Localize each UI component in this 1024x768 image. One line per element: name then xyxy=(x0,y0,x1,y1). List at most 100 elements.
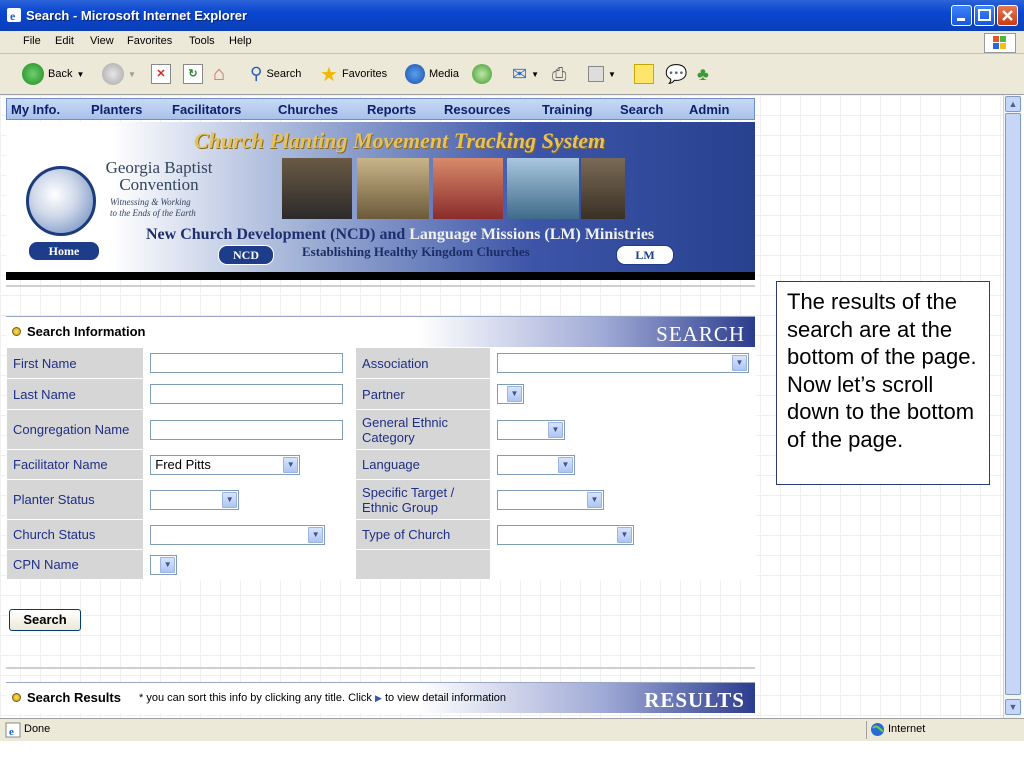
search-label: Search xyxy=(266,68,302,80)
status-separator xyxy=(866,721,867,739)
messenger-icon: ♣ xyxy=(697,63,709,84)
globe-logo-icon xyxy=(26,166,96,236)
association-cell: ▼ xyxy=(489,347,757,379)
last-name-input[interactable] xyxy=(150,384,344,404)
search-button[interactable]: ⚲ Search xyxy=(250,60,301,88)
nav-admin[interactable]: Admin xyxy=(689,102,729,117)
page-done-icon: e xyxy=(5,722,21,738)
maximize-icon xyxy=(978,9,991,21)
nav-facilitators[interactable]: Facilitators xyxy=(172,102,241,117)
forward-arrow-icon xyxy=(102,63,124,85)
specific-target-cell: ▼ xyxy=(489,479,757,520)
sticky-note-icon xyxy=(634,64,654,84)
type-of-church-cell: ▼ xyxy=(489,519,757,550)
nav-training[interactable]: Training xyxy=(542,102,593,117)
magnifier-icon: ⚲ xyxy=(250,64,263,83)
window-title-bar: e Search - Microsoft Internet Explorer xyxy=(0,0,1024,32)
favorites-button[interactable]: ★ Favorites xyxy=(320,60,387,88)
close-button[interactable] xyxy=(997,5,1018,26)
association-select[interactable]: ▼ xyxy=(496,353,749,373)
congregation-name-input[interactable] xyxy=(150,419,344,440)
search-graphic-text: SEARCH xyxy=(656,322,745,346)
general-ethnic-category-select[interactable]: ▼ xyxy=(496,419,565,440)
chevron-down-icon: ▼ xyxy=(160,556,176,573)
church-status-label: Church Status xyxy=(5,519,145,550)
results-note-part-2: to view detail information xyxy=(384,692,507,704)
menu-bar: File Edit View Favorites Tools Help xyxy=(0,31,1024,54)
first-name-cell xyxy=(143,347,357,379)
windows-logo-icon xyxy=(984,33,1016,53)
search-submit-button[interactable]: Search xyxy=(9,609,81,631)
association-label: Association xyxy=(355,347,491,379)
speech-bubble-icon: 💬 xyxy=(665,63,688,84)
messenger-button[interactable]: ♣ xyxy=(697,60,709,88)
nav-search[interactable]: Search xyxy=(620,102,663,117)
scroll-up-button[interactable]: ▲ xyxy=(1005,96,1021,112)
scroll-thumb[interactable] xyxy=(1005,113,1021,695)
vertical-scrollbar[interactable]: ▲ ▼ xyxy=(1003,95,1022,718)
nav-reports[interactable]: Reports xyxy=(367,102,416,117)
church-status-select[interactable]: ▼ xyxy=(150,524,326,545)
tagline-1: Witnessing & Working xyxy=(110,197,191,207)
home-icon: ⌂ xyxy=(213,62,226,85)
empty-field-cell xyxy=(489,549,757,580)
home-link[interactable]: Home xyxy=(28,241,100,261)
partner-select[interactable]: ▼ xyxy=(496,384,524,404)
refresh-button[interactable]: ↻ xyxy=(183,60,203,88)
media-button[interactable]: Media xyxy=(405,60,459,88)
menu-favorites[interactable]: Favorites xyxy=(127,35,172,47)
discuss-button[interactable]: 💬 xyxy=(665,60,687,88)
nav-churches[interactable]: Churches xyxy=(278,102,338,117)
favorites-label: Favorites xyxy=(341,68,388,80)
menu-edit[interactable]: Edit xyxy=(55,35,74,47)
security-zone: Internet xyxy=(888,723,926,735)
print-button[interactable]: ⎙ xyxy=(552,60,566,88)
lm-link[interactable]: LM xyxy=(616,245,674,265)
menu-help[interactable]: Help xyxy=(229,35,252,47)
play-arrow-icon: ▶ xyxy=(375,693,382,703)
nav-planters[interactable]: Planters xyxy=(91,102,142,117)
home-button[interactable]: ⌂ xyxy=(213,60,225,88)
org-line-2: Convention xyxy=(119,175,199,194)
history-icon xyxy=(472,64,492,84)
general-ethnic-category-cell: ▼ xyxy=(489,409,757,450)
facilitator-name-select[interactable]: Fred Pitts ▼ xyxy=(150,454,301,475)
last-name-cell xyxy=(143,378,357,410)
type-of-church-select[interactable]: ▼ xyxy=(496,524,634,545)
menu-tools[interactable]: Tools xyxy=(189,35,215,47)
history-button[interactable] xyxy=(472,60,492,88)
maximize-button[interactable] xyxy=(974,5,995,26)
mail-button[interactable]: ✉ ▼ xyxy=(512,60,539,88)
chevron-down-icon: ▼ xyxy=(76,69,85,79)
notes-button[interactable] xyxy=(634,60,654,88)
edit-button[interactable]: ▼ xyxy=(588,60,616,88)
cpn-name-select[interactable]: ▼ xyxy=(150,554,178,575)
menu-view[interactable]: View xyxy=(90,35,114,47)
planter-status-label: Planter Status xyxy=(5,479,145,520)
svg-text:e: e xyxy=(9,726,14,738)
minimize-button[interactable] xyxy=(951,5,972,26)
chevron-down-icon: ▼ xyxy=(547,421,563,438)
language-select[interactable]: ▼ xyxy=(496,454,575,475)
nav-resources[interactable]: Resources xyxy=(444,102,510,117)
planter-status-select[interactable]: ▼ xyxy=(150,489,240,510)
tagline-2: to the Ends of the Earth xyxy=(110,208,196,218)
menu-file[interactable]: File xyxy=(23,35,41,47)
back-arrow-icon xyxy=(22,63,44,85)
media-icon xyxy=(405,64,425,84)
nav-my-info[interactable]: My Info. xyxy=(11,102,60,117)
back-button[interactable]: Back ▼ xyxy=(22,60,84,88)
banner-photo-4 xyxy=(507,158,579,219)
specific-target-select[interactable]: ▼ xyxy=(496,489,604,510)
mail-icon: ✉ xyxy=(512,63,528,84)
forward-button[interactable]: ▼ xyxy=(102,60,136,88)
site-nav-bar: My Info. Planters Facilitators Churches … xyxy=(6,98,755,120)
site-banner: Church Planting Movement Tracking System… xyxy=(6,122,755,272)
stop-button[interactable]: ✕ xyxy=(151,60,171,88)
planter-status-cell: ▼ xyxy=(143,479,357,520)
ncd-link[interactable]: NCD xyxy=(218,245,274,265)
first-name-input[interactable] xyxy=(150,353,344,373)
bullet-icon xyxy=(12,693,21,702)
chevron-down-icon: ▼ xyxy=(506,386,522,402)
scroll-down-button[interactable]: ▼ xyxy=(1005,699,1021,715)
